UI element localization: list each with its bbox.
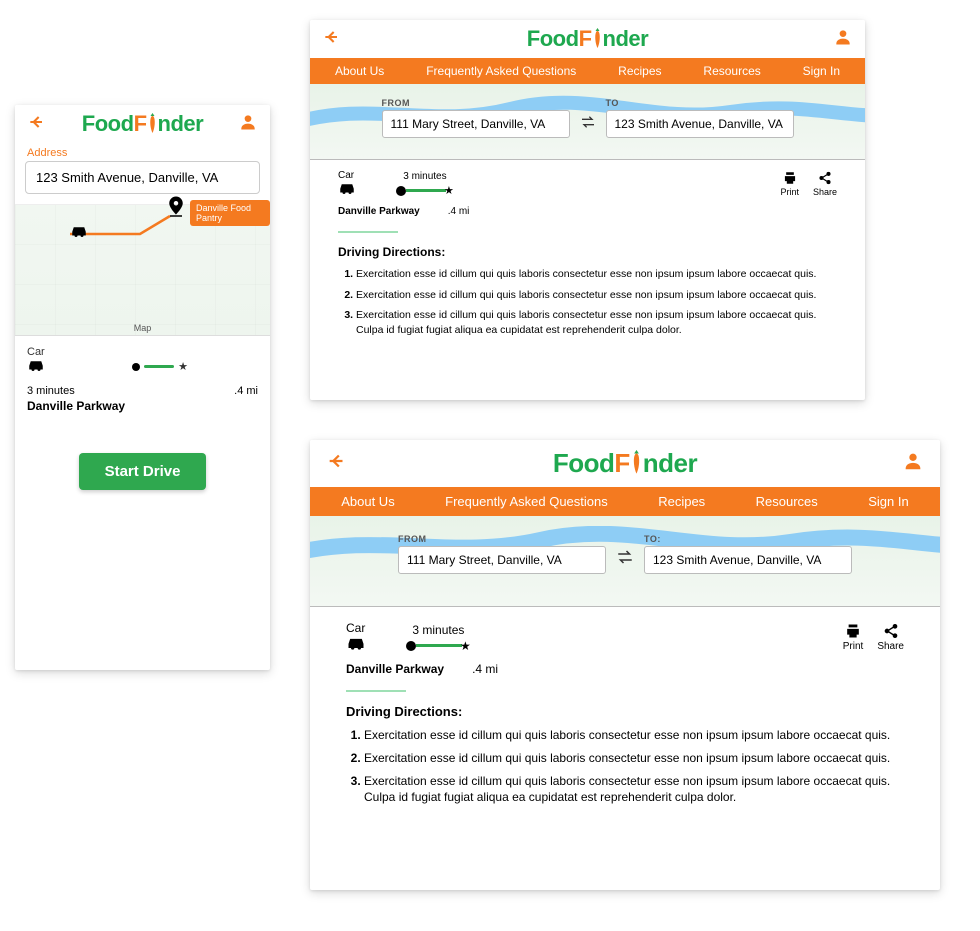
swap-icon[interactable]: [616, 549, 634, 570]
directions-step: Exercitation esse id cillum qui quis lab…: [356, 308, 837, 337]
map-label: Map: [134, 323, 152, 333]
address-label: Address: [15, 143, 270, 159]
map-view[interactable]: FROM 111 Mary Street, Danville, VA TO: 1…: [310, 516, 940, 607]
directions-step: Exercitation esse id cillum qui quis lab…: [364, 750, 904, 767]
directions-content: Car 3 minutes ★ Print Share Danville Par…: [310, 160, 865, 354]
user-icon[interactable]: [833, 27, 853, 52]
share-label: Share: [813, 187, 837, 197]
mode-label: Car: [338, 170, 354, 181]
user-icon[interactable]: [902, 450, 924, 477]
divider: [346, 690, 406, 692]
time-slider[interactable]: 3 minutes ★: [406, 623, 471, 653]
route-distance: .4 mi: [472, 662, 498, 676]
mobile-frame: FoodFnder Address 123 Smith Avenue, Danv…: [15, 105, 270, 670]
time-slider[interactable]: 3 minutes ★: [396, 171, 454, 197]
map-view[interactable]: FROM 111 Mary Street, Danville, VA TO 12…: [310, 84, 865, 160]
desktop-frame-large: FoodFnder About Us Frequently Asked Ques…: [310, 440, 940, 890]
share-button[interactable]: Share: [877, 623, 904, 652]
nav-signin[interactable]: Sign In: [868, 494, 908, 509]
star-icon: ★: [444, 184, 454, 197]
from-input[interactable]: 111 Mary Street, Danville, VA: [382, 110, 570, 138]
share-icon: [883, 623, 899, 641]
app-logo: FoodFnder: [527, 26, 648, 52]
directions-list: Exercitation esse id cillum qui quis lab…: [346, 727, 904, 806]
nav-faq[interactable]: Frequently Asked Questions: [445, 494, 608, 509]
route-road: Danville Parkway: [346, 662, 444, 676]
print-label: Print: [843, 641, 864, 652]
nav-resources[interactable]: Resources: [756, 494, 818, 509]
destination-pin-icon: [167, 196, 185, 223]
to-label: TO:: [644, 534, 852, 544]
print-label: Print: [780, 187, 799, 197]
nav-signin[interactable]: Sign In: [803, 64, 840, 78]
nav-bar: About Us Frequently Asked Questions Reci…: [310, 58, 865, 84]
mode-label: Car: [27, 346, 258, 358]
directions-step: Exercitation esse id cillum qui quis lab…: [356, 288, 837, 303]
divider: [338, 231, 398, 233]
nav-recipes[interactable]: Recipes: [618, 64, 661, 78]
print-icon: [782, 171, 798, 187]
mode-label: Car: [346, 621, 365, 635]
directions-content: Car 3 minutes ★ Print Share Danville Par…: [310, 607, 940, 826]
trip-time: 3 minutes: [27, 385, 75, 397]
print-button[interactable]: Print: [780, 171, 799, 197]
trip-summary-row: 3 minutes .4 mi: [15, 379, 270, 399]
directions-step: Exercitation esse id cillum qui quis lab…: [364, 773, 904, 807]
print-button[interactable]: Print: [843, 623, 864, 652]
nav-about[interactable]: About Us: [341, 494, 394, 509]
mobile-header: FoodFnder: [15, 105, 270, 143]
directions-step: Exercitation esse id cillum qui quis lab…: [356, 267, 837, 282]
car-icon: [338, 181, 356, 198]
car-icon: [27, 358, 45, 375]
trip-distance: .4 mi: [234, 385, 258, 397]
mode-column: Car: [338, 170, 356, 198]
car-icon: [346, 635, 366, 654]
mode-column: Car: [346, 621, 366, 654]
map-view[interactable]: Danville Food Pantry Map: [15, 204, 270, 336]
star-icon: ★: [460, 639, 471, 653]
route-road: Danville Parkway: [338, 206, 420, 217]
star-icon: ★: [178, 360, 188, 373]
swap-icon[interactable]: [580, 115, 596, 134]
nav-recipes[interactable]: Recipes: [658, 494, 705, 509]
from-input[interactable]: 111 Mary Street, Danville, VA: [398, 546, 606, 574]
trip-progress-slider[interactable]: ★: [132, 360, 188, 373]
mode-section: Car ★: [15, 336, 270, 379]
to-label: TO: [606, 98, 794, 108]
trip-road: Danville Parkway: [15, 399, 270, 413]
user-icon[interactable]: [238, 112, 258, 137]
nav-bar: About Us Frequently Asked Questions Reci…: [310, 487, 940, 516]
share-label: Share: [877, 641, 904, 652]
nav-about[interactable]: About Us: [335, 64, 384, 78]
desktop-header: FoodFnder: [310, 440, 940, 487]
from-label: FROM: [382, 98, 570, 108]
directions-step: Exercitation esse id cillum qui quis lab…: [364, 727, 904, 744]
back-arrow-icon[interactable]: [27, 112, 47, 137]
nav-resources[interactable]: Resources: [703, 64, 760, 78]
trip-time: 3 minutes: [412, 623, 464, 637]
directions-list: Exercitation esse id cillum qui quis lab…: [338, 267, 837, 338]
route-distance: .4 mi: [448, 206, 470, 217]
print-icon: [844, 623, 862, 641]
nav-faq[interactable]: Frequently Asked Questions: [426, 64, 576, 78]
app-logo: FoodFnder: [82, 111, 203, 137]
trip-time: 3 minutes: [403, 171, 446, 182]
share-button[interactable]: Share: [813, 171, 837, 197]
back-arrow-icon[interactable]: [322, 27, 342, 52]
directions-heading: Driving Directions:: [338, 245, 837, 259]
to-input[interactable]: 123 Smith Avenue, Danville, VA: [644, 546, 852, 574]
car-on-map-icon: [70, 224, 88, 243]
desktop-frame-small: FoodFnder About Us Frequently Asked Ques…: [310, 20, 865, 400]
pantry-tag[interactable]: Danville Food Pantry: [190, 200, 270, 226]
directions-heading: Driving Directions:: [346, 704, 904, 719]
to-input[interactable]: 123 Smith Avenue, Danville, VA: [606, 110, 794, 138]
share-icon: [818, 171, 832, 187]
desktop-header: FoodFnder: [310, 20, 865, 58]
back-arrow-icon[interactable]: [326, 450, 348, 477]
app-logo: FoodFnder: [553, 448, 697, 479]
from-label: FROM: [398, 534, 606, 544]
start-drive-button[interactable]: Start Drive: [79, 453, 207, 490]
